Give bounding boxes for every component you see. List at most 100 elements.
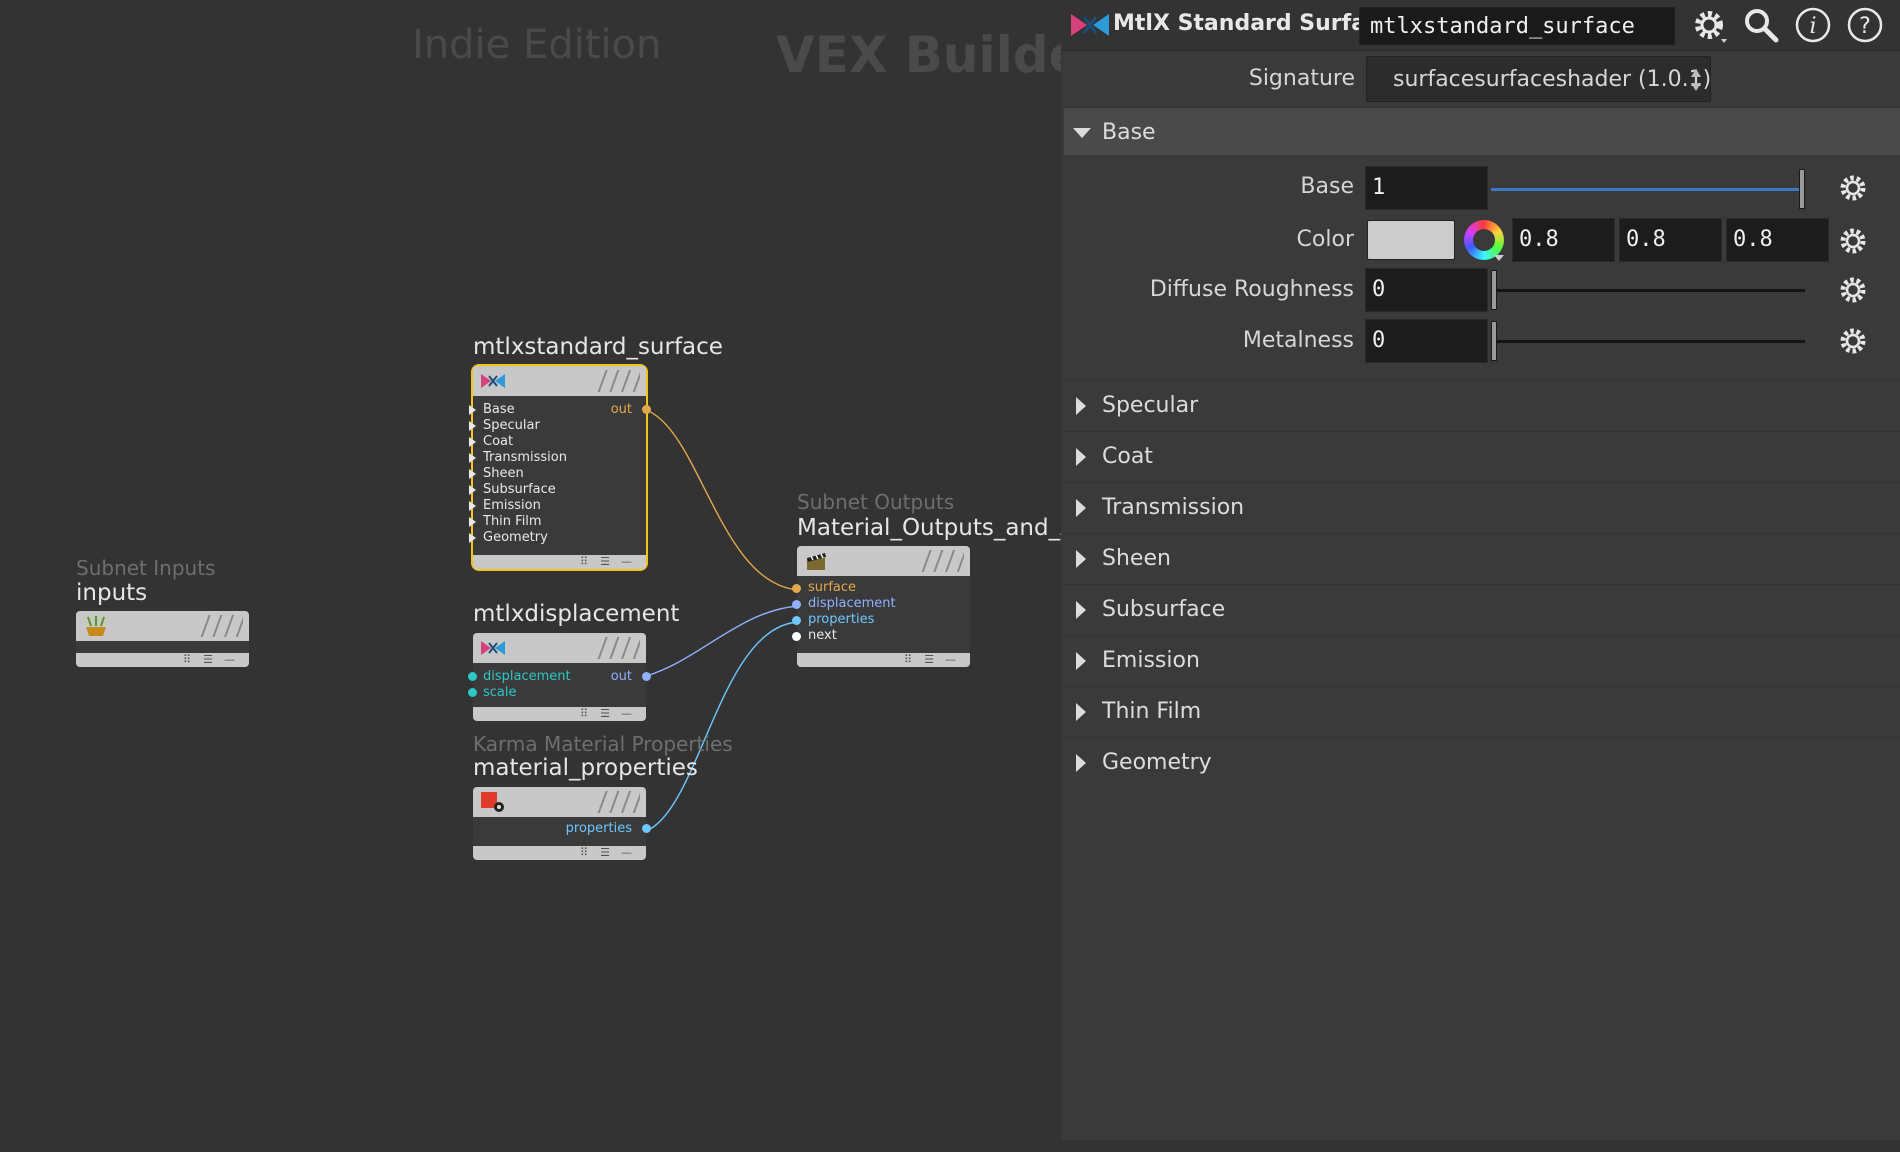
metalness-slider[interactable] — [1491, 321, 1805, 361]
input-label: surface — [808, 580, 857, 595]
node-flag-stripes[interactable] — [199, 615, 243, 637]
input-port[interactable] — [792, 600, 801, 609]
gear-icon[interactable] — [1835, 272, 1871, 308]
subnet-outputs-node[interactable]: surface displacement properties next ⠿ ☰ — — [792, 546, 970, 667]
folder-base[interactable]: Base — [1064, 107, 1900, 156]
parameter-header: MtlX Standard Surface mtlxstandard_surfa… — [1061, 0, 1900, 51]
base-folder-content: Base 1 Color 0.8 0.8 0.8 Diffuse Roughne… — [1064, 155, 1900, 380]
help-icon[interactable]: ? — [1845, 5, 1885, 45]
signature-label: Signature — [1248, 66, 1355, 91]
gear-icon[interactable] — [1835, 323, 1871, 359]
input-expand-triangle-icon[interactable] — [469, 421, 476, 431]
input-port[interactable] — [468, 688, 477, 697]
gear-icon[interactable] — [1835, 223, 1871, 259]
node-body: displacement scale out — [468, 663, 651, 707]
metalness-field[interactable]: 0 — [1365, 319, 1488, 363]
standard-surface-node-name: mtlxstandard_surface — [473, 334, 723, 360]
slider-handle[interactable] — [1799, 169, 1805, 209]
color-wheel-icon[interactable] — [1464, 220, 1504, 260]
input-label: Emission — [483, 498, 541, 513]
subnet-inputs-node-name: inputs — [76, 580, 148, 606]
node-footer: ⠿ ☰ — — [473, 707, 646, 721]
info-icon[interactable]: i — [1793, 5, 1833, 45]
input-label: scale — [483, 685, 517, 700]
slider-handle[interactable] — [1491, 321, 1497, 361]
input-expand-triangle-icon[interactable] — [469, 405, 476, 415]
node-header-bar[interactable] — [76, 611, 249, 641]
folder-geometry[interactable]: Geometry — [1064, 737, 1900, 786]
subnet-inputs-node[interactable]: ⠿ ☰ — — [76, 611, 249, 667]
node-name-field[interactable]: mtlxstandard_surface — [1359, 7, 1675, 45]
folder-label: Specular — [1102, 393, 1199, 418]
input-port[interactable] — [468, 672, 477, 681]
input-port[interactable] — [792, 584, 801, 593]
folder-coat[interactable]: Coat — [1064, 431, 1900, 480]
material-properties-node-name: material_properties — [473, 755, 698, 781]
node-header-bar[interactable] — [473, 787, 646, 817]
search-icon[interactable] — [1741, 5, 1781, 45]
svg-text:i: i — [1809, 14, 1816, 39]
input-label: Coat — [483, 434, 514, 449]
folder-label: Sheen — [1102, 546, 1171, 571]
collapsed-triangle-icon — [1076, 550, 1086, 568]
slider-handle[interactable] — [1491, 270, 1497, 310]
input-port[interactable] — [792, 632, 801, 641]
material-properties-node[interactable]: properties ⠿ ☰ — — [473, 787, 651, 860]
output-label: out — [610, 402, 632, 417]
output-port[interactable] — [642, 824, 651, 833]
standard-surface-node[interactable]: Base Specular Coat Transmission Sheen Subsurf… — [469, 364, 651, 571]
diffuse-roughness-field[interactable]: 0 — [1365, 268, 1488, 312]
folder-label: Subsurface — [1102, 597, 1226, 622]
network-editor[interactable]: Indie Edition VEX Builder mtlxstandard_s… — [0, 0, 1061, 1152]
input-label: displacement — [483, 669, 571, 684]
base-weight-field[interactable]: 1 — [1365, 166, 1488, 210]
diffuse-roughness-label: Diffuse Roughness — [1149, 277, 1354, 302]
input-expand-triangle-icon[interactable] — [469, 485, 476, 495]
node-flag-stripes[interactable] — [596, 637, 640, 659]
input-expand-triangle-icon[interactable] — [469, 533, 476, 543]
node-body: surface displacement properties next — [792, 576, 970, 653]
input-expand-triangle-icon[interactable] — [469, 501, 476, 511]
base-color-g-field[interactable]: 0.8 — [1619, 218, 1722, 262]
operator-type-label: MtlX Standard Surface — [1113, 11, 1395, 36]
input-expand-triangle-icon[interactable] — [469, 469, 476, 479]
folder-emission[interactable]: Emission — [1064, 635, 1900, 684]
input-port[interactable] — [792, 616, 801, 625]
input-expand-triangle-icon[interactable] — [469, 437, 476, 447]
base-color-r-field[interactable]: 0.8 — [1512, 218, 1615, 262]
subnet-outputs-node-type: Subnet Outputs — [797, 490, 955, 514]
signature-dropdown[interactable]: surfacesurfaceshader (1.0.1) — [1366, 56, 1711, 102]
metalness-label: Metalness — [1242, 328, 1354, 353]
base-color-b-field[interactable]: 0.8 — [1726, 218, 1829, 262]
base-weight-slider[interactable] — [1491, 169, 1805, 209]
output-label: properties — [565, 821, 632, 836]
input-expand-triangle-icon[interactable] — [469, 517, 476, 527]
folder-subsurface[interactable]: Subsurface — [1064, 584, 1900, 633]
folder-transmission[interactable]: Transmission — [1064, 482, 1900, 531]
gear-icon[interactable] — [1689, 5, 1729, 45]
node-header-bar[interactable] — [473, 366, 646, 396]
node-body: properties — [473, 817, 651, 846]
folder-label: Coat — [1102, 444, 1153, 469]
gear-icon[interactable] — [1835, 170, 1871, 206]
node-flag-stripes[interactable] — [596, 791, 640, 813]
folder-label: Emission — [1102, 648, 1200, 673]
base-color-swatch[interactable] — [1367, 220, 1455, 260]
karma-properties-icon — [481, 792, 504, 812]
collapsed-triangle-icon — [1076, 754, 1086, 772]
output-port[interactable] — [642, 672, 651, 681]
folder-thin-film[interactable]: Thin Film — [1064, 686, 1900, 735]
node-flag-stripes[interactable] — [596, 370, 640, 392]
collapsed-triangle-icon — [1076, 499, 1086, 517]
input-label: next — [808, 628, 837, 643]
folder-sheen[interactable]: Sheen — [1064, 533, 1900, 582]
diffuse-roughness-slider[interactable] — [1491, 270, 1805, 310]
folder-specular[interactable]: Specular — [1064, 380, 1900, 429]
node-header-bar[interactable] — [797, 546, 970, 576]
node-header-bar[interactable] — [473, 633, 646, 663]
displacement-node[interactable]: displacement scale out ⠿ ☰ — — [468, 633, 651, 721]
output-port[interactable] — [642, 405, 651, 414]
input-expand-triangle-icon[interactable] — [469, 453, 476, 463]
expanded-triangle-icon — [1073, 128, 1091, 138]
node-flag-stripes[interactable] — [920, 550, 964, 572]
